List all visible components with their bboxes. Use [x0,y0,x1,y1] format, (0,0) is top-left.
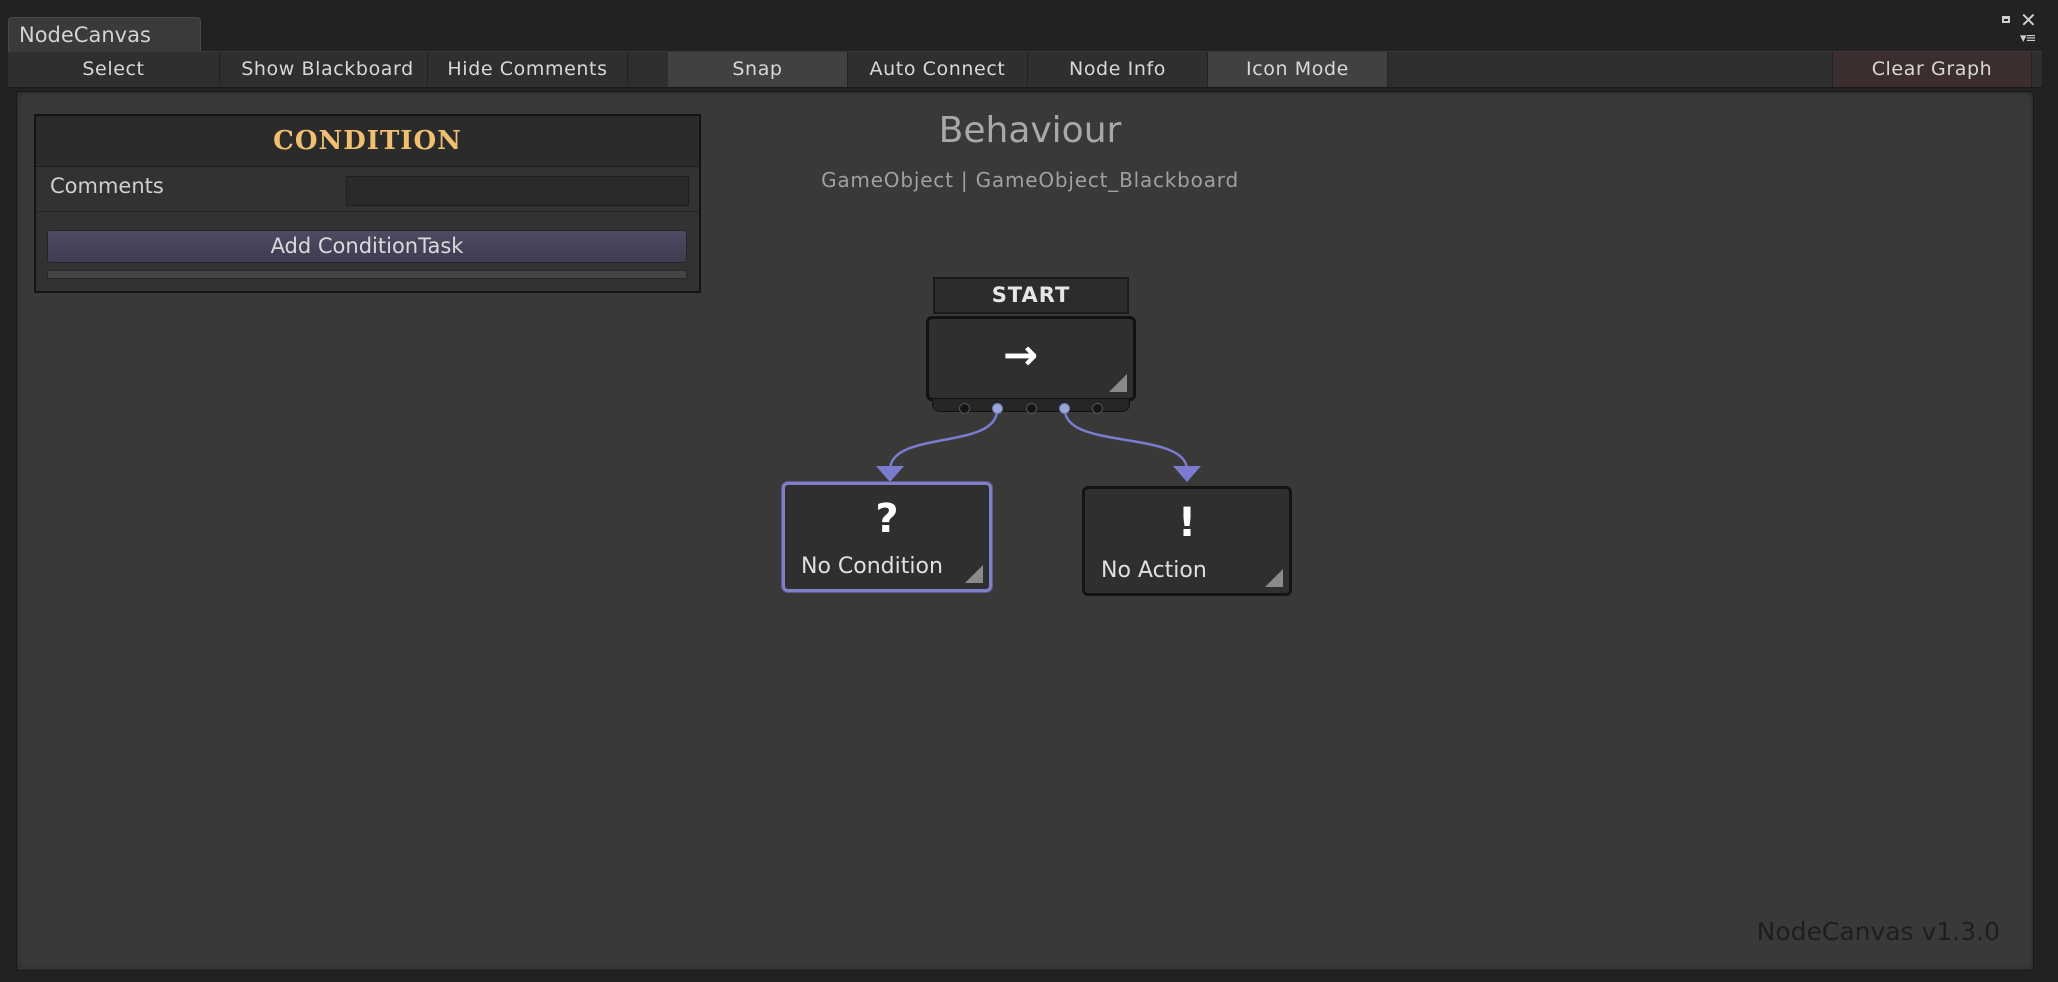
connection-to-condition[interactable] [888,409,999,471]
output-port[interactable] [992,403,1003,414]
output-port[interactable] [1092,403,1103,414]
connections-layer [876,409,1201,482]
resize-grip-icon[interactable] [1265,569,1283,587]
resize-grip-icon[interactable] [1109,374,1127,392]
version-label: NodeCanvas v1.3.0 [1756,917,2000,946]
connection-to-action[interactable] [1063,409,1189,471]
output-port[interactable] [1059,403,1070,414]
node-label: No Condition [801,554,943,579]
arrow-right-icon: → [1003,330,1039,379]
resize-grip-icon[interactable] [965,565,983,583]
connection-arrowhead [876,466,904,482]
action-node[interactable]: ! No Action [1082,486,1292,596]
start-node[interactable]: → [926,316,1136,401]
node-label: No Action [1101,558,1207,583]
output-port[interactable] [959,403,970,414]
output-port[interactable] [1026,403,1037,414]
condition-node[interactable]: ? No Condition [782,482,992,592]
connection-arrowhead [1173,466,1201,482]
start-node-label: START [933,277,1129,314]
exclamation-icon: ! [1177,500,1197,546]
question-mark-icon: ? [875,496,899,542]
